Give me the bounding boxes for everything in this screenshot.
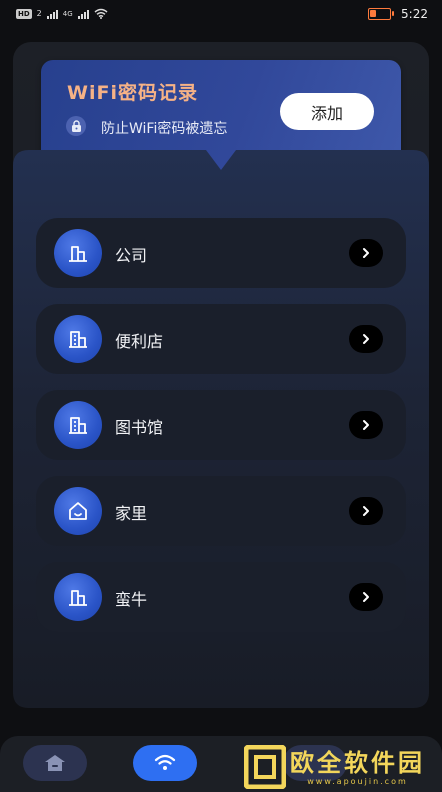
nav-wifi-button[interactable]: [133, 745, 197, 781]
chevron-right-icon[interactable]: [349, 497, 383, 525]
battery-icon: [368, 8, 395, 20]
watermark-url: www.apoujin.com: [307, 776, 408, 786]
page-title: WiFi密码记录: [67, 82, 198, 104]
watermark-text: 欧全软件园: [290, 748, 425, 777]
status-right: 5:22: [368, 7, 428, 21]
nav-home-button[interactable]: [23, 745, 87, 781]
watermark-text-wrap: 欧全软件园 www.apoujin.com: [290, 749, 425, 786]
wifi-icon: [154, 754, 176, 770]
store-icon: [54, 315, 102, 363]
list-item-label: 蛮牛: [115, 590, 148, 609]
list-item-manniu[interactable]: 蛮牛: [36, 562, 406, 632]
home-icon: [54, 487, 102, 535]
watermark-logo-icon: [244, 745, 286, 789]
status-left: HD 2 4G: [16, 8, 108, 19]
list-item-label: 图书馆: [115, 418, 164, 437]
list-item-label: 家里: [115, 504, 148, 523]
wifi-status-icon: [94, 8, 108, 19]
add-button[interactable]: 添加: [280, 93, 374, 130]
location-panel: 公司 便利店 图书馆 家里 蛮牛: [13, 150, 429, 708]
list-item-home[interactable]: 家里: [36, 476, 406, 546]
status-time: 5:22: [401, 7, 428, 21]
chevron-right-icon[interactable]: [349, 411, 383, 439]
chevron-right-icon[interactable]: [349, 239, 383, 267]
list-item-label: 公司: [115, 246, 148, 265]
sim-number: 2: [36, 9, 42, 18]
chevron-right-icon[interactable]: [349, 325, 383, 353]
battery-fill: [370, 10, 377, 17]
hd-badge: HD: [16, 8, 32, 19]
library-icon: [54, 401, 102, 449]
network-type: 4G: [62, 9, 73, 18]
list-item-company[interactable]: 公司: [36, 218, 406, 288]
list-item-label: 便利店: [115, 332, 164, 351]
watermark: 欧全软件园 www.apoujin.com: [244, 745, 436, 789]
list-item-library[interactable]: 图书馆: [36, 390, 406, 460]
signal-2-icon: [77, 9, 89, 19]
location-list: 公司 便利店 图书馆 家里 蛮牛: [36, 218, 406, 648]
status-bar: HD 2 4G 5:22: [0, 0, 442, 30]
chevron-right-icon[interactable]: [349, 583, 383, 611]
home-icon: [45, 755, 65, 771]
banner-subtitle: 防止WiFi密码被遗忘: [101, 121, 228, 137]
list-item-store[interactable]: 便利店: [36, 304, 406, 374]
building-icon: [54, 573, 102, 621]
lock-icon: [66, 116, 86, 136]
signal-1-icon: [46, 9, 58, 19]
building-icon: [54, 229, 102, 277]
